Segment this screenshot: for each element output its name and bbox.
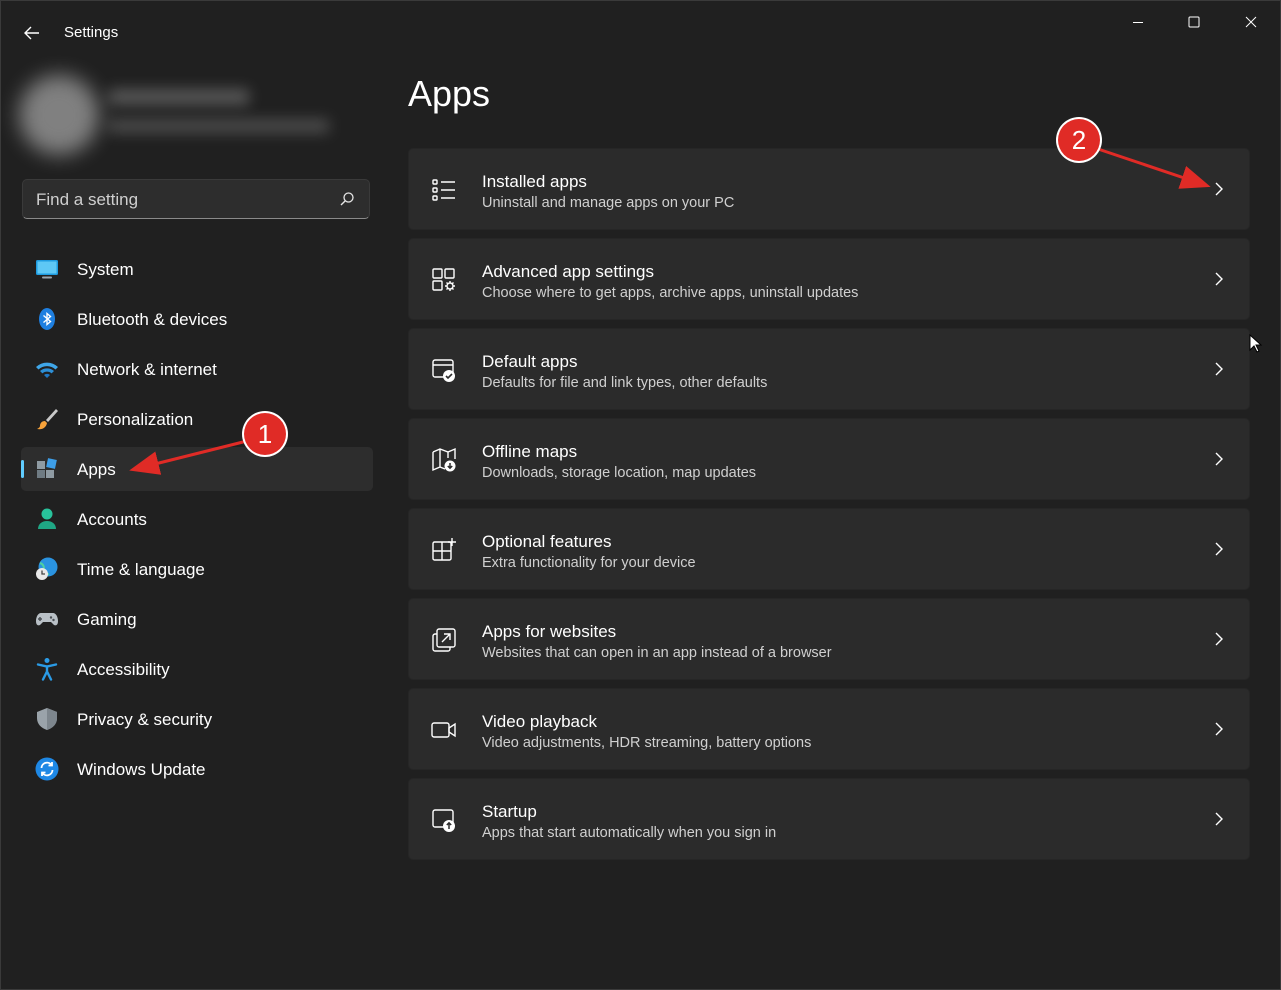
- wifi-icon: [36, 362, 58, 378]
- sidebar-item-label: Network & internet: [77, 360, 217, 379]
- search-box[interactable]: [22, 179, 370, 220]
- search-icon[interactable]: [339, 191, 355, 207]
- window-title: Settings: [64, 24, 119, 41]
- title-bar: Settings: [1, 1, 1280, 63]
- update-icon: [35, 757, 59, 781]
- card-description: Video adjustments, HDR streaming, batter…: [482, 735, 812, 751]
- card-title: Default apps: [482, 352, 578, 371]
- sidebar-item-label: Apps: [77, 460, 116, 479]
- map-icon: [432, 447, 456, 472]
- sidebar-item-label: Windows Update: [77, 760, 206, 779]
- sidebar-nav: System Bluetooth & devices Network & int…: [21, 247, 373, 797]
- gamepad-icon: [36, 613, 58, 626]
- sidebar-item-bluetooth[interactable]: Bluetooth & devices: [21, 297, 373, 341]
- apps-icon: [37, 458, 57, 478]
- settings-window: Settings System: [0, 0, 1281, 990]
- sidebar-item-accessibility[interactable]: Accessibility: [21, 647, 373, 691]
- add-feature-icon: [432, 538, 456, 561]
- maximize-button[interactable]: [1174, 11, 1214, 33]
- card-startup[interactable]: Startup Apps that start automatically wh…: [408, 778, 1250, 860]
- sidebar-item-label: Accounts: [77, 510, 147, 529]
- chevron-right-icon: [1215, 722, 1223, 736]
- sidebar-item-label: Bluetooth & devices: [77, 310, 228, 329]
- back-button[interactable]: [19, 21, 45, 45]
- chevron-right-icon: [1215, 272, 1223, 286]
- close-icon: [1245, 16, 1257, 28]
- sidebar-item-personalization[interactable]: Personalization: [21, 397, 373, 441]
- close-button[interactable]: [1231, 11, 1271, 33]
- sidebar-item-label: Time & language: [77, 560, 205, 579]
- card-title: Advanced app settings: [482, 262, 655, 281]
- accounts-icon: [38, 508, 56, 529]
- card-description: Choose where to get apps, archive apps, …: [482, 285, 859, 301]
- card-default-apps[interactable]: Default apps Defaults for file and link …: [408, 328, 1250, 410]
- sidebar-item-privacy-security[interactable]: Privacy & security: [21, 697, 373, 741]
- card-installed-apps[interactable]: Installed apps Uninstall and manage apps…: [408, 148, 1250, 230]
- minimize-icon: [1133, 22, 1143, 23]
- sidebar-item-accounts[interactable]: Accounts: [21, 497, 373, 541]
- avatar: [19, 75, 99, 155]
- chevron-right-icon: [1215, 362, 1223, 376]
- card-description: Websites that can open in an app instead…: [482, 645, 832, 661]
- chevron-right-icon: [1215, 542, 1223, 556]
- sidebar-item-apps[interactable]: Apps: [21, 447, 373, 491]
- globe-clock-icon: [36, 557, 58, 580]
- chevron-right-icon: [1215, 182, 1223, 196]
- video-icon: [431, 722, 456, 738]
- card-offline-maps[interactable]: Offline maps Downloads, storage location…: [408, 418, 1250, 500]
- list-icon: [432, 179, 455, 201]
- sidebar-item-network[interactable]: Network & internet: [21, 347, 373, 391]
- annotation-badge-2: 2: [1058, 119, 1100, 161]
- chevron-right-icon: [1215, 812, 1223, 826]
- sidebar-item-time-language[interactable]: Time & language: [21, 547, 373, 591]
- card-title: Video playback: [482, 712, 597, 731]
- sidebar-item-label: Gaming: [77, 610, 137, 629]
- card-video-playback[interactable]: Video playback Video adjustments, HDR st…: [408, 688, 1250, 770]
- card-title: Apps for websites: [482, 622, 617, 641]
- maximize-icon: [1188, 16, 1200, 28]
- sidebar-item-label: Privacy & security: [77, 710, 213, 729]
- card-apps-for-websites[interactable]: Apps for websites Websites that can open…: [408, 598, 1250, 680]
- brush-icon: [37, 409, 58, 430]
- system-icon: [36, 260, 58, 279]
- mouse-cursor-icon: [1249, 334, 1263, 353]
- accessibility-icon: [36, 658, 58, 681]
- back-arrow-icon: [24, 26, 39, 40]
- selection-indicator: [21, 460, 24, 478]
- sidebar-item-label: Accessibility: [77, 660, 170, 679]
- minimize-button[interactable]: [1118, 11, 1158, 33]
- open-link-icon: [432, 628, 456, 652]
- card-title: Offline maps: [482, 442, 578, 461]
- settings-card-list: Installed apps Uninstall and manage apps…: [408, 148, 1250, 868]
- sidebar-item-system[interactable]: System: [21, 247, 373, 291]
- user-name-blurred: [109, 89, 249, 105]
- card-title: Optional features: [482, 532, 612, 551]
- sidebar-item-label: Personalization: [77, 410, 194, 429]
- card-optional-features[interactable]: Optional features Extra functionality fo…: [408, 508, 1250, 590]
- bluetooth-icon: [39, 308, 55, 330]
- sidebar-item-label: System: [77, 260, 134, 279]
- card-advanced-app-settings[interactable]: Advanced app settings Choose where to ge…: [408, 238, 1250, 320]
- sidebar-item-gaming[interactable]: Gaming: [21, 597, 373, 641]
- user-profile[interactable]: [9, 69, 349, 165]
- card-title: Startup: [482, 802, 537, 821]
- chevron-right-icon: [1215, 452, 1223, 466]
- app-settings-icon: [432, 268, 455, 291]
- card-description: Apps that start automatically when you s…: [482, 825, 777, 841]
- annotation-badge-1: 1: [244, 413, 286, 455]
- startup-icon: [432, 809, 455, 832]
- sidebar-item-windows-update[interactable]: Windows Update: [21, 747, 373, 791]
- shield-icon: [37, 708, 57, 730]
- card-description: Downloads, storage location, map updates: [482, 465, 757, 481]
- card-title: Installed apps: [482, 172, 587, 191]
- card-description: Defaults for file and link types, other …: [482, 375, 768, 391]
- user-email-blurred: [109, 119, 329, 133]
- page-title: Apps: [408, 73, 491, 114]
- card-description: Uninstall and manage apps on your PC: [482, 195, 735, 211]
- card-description: Extra functionality for your device: [482, 555, 696, 571]
- search-input[interactable]: [23, 180, 338, 220]
- default-apps-icon: [432, 359, 455, 382]
- chevron-right-icon: [1215, 632, 1223, 646]
